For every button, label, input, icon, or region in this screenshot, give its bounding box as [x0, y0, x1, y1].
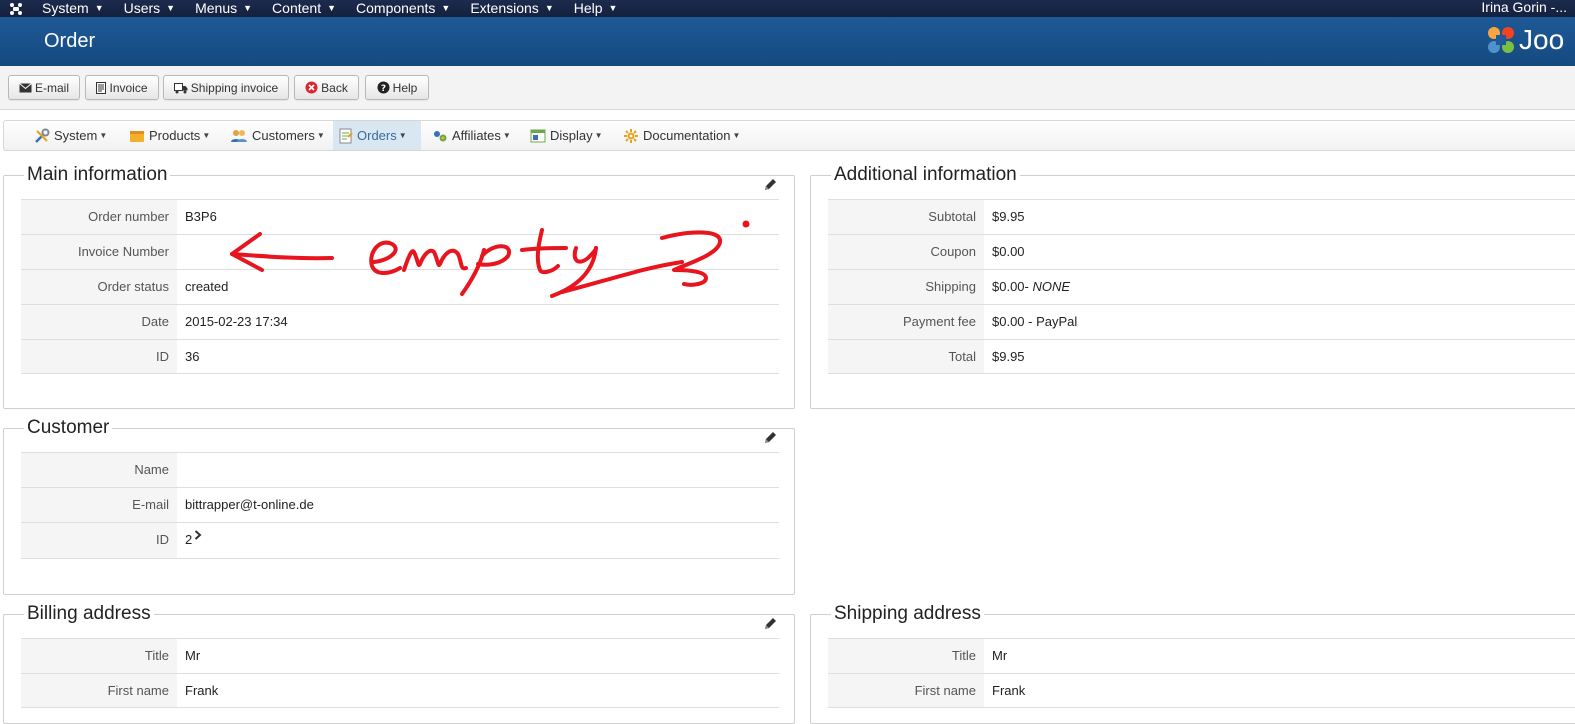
customer-name-value	[177, 453, 185, 487]
coupon-value: $0.00	[992, 244, 1025, 259]
display-icon	[530, 128, 546, 144]
shipping-address-title: Shipping address	[831, 603, 984, 625]
menu-system[interactable]: System ▼	[28, 121, 113, 150]
back-icon	[305, 81, 318, 94]
shipping-method: NONE	[1032, 279, 1071, 294]
back-button[interactable]: Back	[294, 75, 359, 100]
table-row: Title Mr	[828, 638, 1575, 673]
affiliates-icon	[432, 128, 448, 144]
topnav-menus[interactable]: Menus ▼	[185, 0, 262, 17]
topnav-system[interactable]: System ▼	[32, 0, 114, 17]
shipping-address-panel: Shipping address Title Mr First name Frank	[810, 603, 1575, 724]
billing-address-table: Title Mr First name Frank	[21, 638, 779, 708]
menu-affiliates[interactable]: Affiliates ▼	[426, 121, 517, 150]
table-row: First name Frank	[21, 673, 779, 708]
customer-table: Name E-mail bittrapper@t-online.de ID 2	[21, 452, 779, 559]
caret-down-icon: ▼	[166, 3, 176, 13]
menu-products[interactable]: Products ▼	[123, 121, 216, 150]
products-icon	[129, 128, 145, 144]
billing-title-value: Mr	[185, 648, 201, 663]
subtotal-value: $9.95	[992, 209, 1025, 224]
toolbar: E-mail Invoice Shipping invoice Back ? H…	[0, 66, 1575, 110]
joomla-logo[interactable]: Joo	[1485, 24, 1564, 56]
table-row: Subtotal $9.95	[828, 199, 1575, 234]
email-button[interactable]: E-mail	[8, 75, 80, 100]
caret-down-icon: ▼	[327, 3, 337, 13]
caret-down-icon: ▼	[441, 3, 451, 13]
additional-information-title: Additional information	[831, 164, 1020, 186]
tools-icon	[34, 128, 50, 144]
chevron-right-icon[interactable]	[194, 528, 202, 543]
customer-panel: Customer Name E-mail bittrapper@t-online.…	[3, 417, 795, 595]
shipping-invoice-button[interactable]: Shipping invoice	[163, 75, 289, 100]
order-id-value: 36	[185, 349, 200, 364]
shipping-first-name-value: Frank	[992, 683, 1026, 698]
invoice-button[interactable]: Invoice	[85, 75, 159, 100]
additional-information-panel: Additional information Subtotal $9.95 Cou…	[810, 164, 1575, 409]
table-row: Coupon $0.00	[828, 234, 1575, 269]
order-number-value: B3P6	[185, 209, 217, 224]
order-status-value: created	[185, 279, 229, 294]
table-row: ID 36	[21, 339, 779, 374]
menu-orders[interactable]: Orders ▼	[333, 121, 421, 150]
orders-icon	[339, 128, 353, 144]
pencil-icon[interactable]	[763, 616, 778, 634]
caret-down-icon: ▼	[608, 3, 618, 13]
additional-information-table: Subtotal $9.95 Coupon $0.00 Shipping $0.00-…	[828, 199, 1575, 374]
handwritten-annotation	[230, 220, 750, 298]
billing-first-name-value: Frank	[185, 683, 219, 698]
table-row: Total $9.95	[828, 339, 1575, 374]
table-row: Date 2015-02-23 17:34	[21, 304, 779, 339]
pencil-icon[interactable]	[763, 430, 778, 448]
page-title: Order	[44, 30, 96, 52]
document-icon	[96, 81, 107, 94]
table-row: Shipping $0.00- NONE	[828, 269, 1575, 304]
table-row: Name	[21, 452, 779, 487]
main-information-title: Main information	[24, 164, 171, 186]
shipping-title-value: Mr	[992, 648, 1008, 663]
truck-icon	[173, 82, 188, 94]
caret-down-icon: ▼	[544, 3, 554, 13]
date-value: 2015-02-23 17:34	[185, 314, 288, 329]
table-row: First name Frank	[828, 673, 1575, 708]
component-menu: System ▼ Products ▼ Customers ▼ Orders ▼ Aff…	[3, 120, 1575, 151]
menu-customers[interactable]: Customers ▼	[224, 121, 331, 150]
joomla-icon[interactable]	[0, 0, 32, 17]
pencil-icon[interactable]	[763, 177, 778, 195]
joomla-icon	[1488, 27, 1514, 53]
menu-display[interactable]: Display ▼	[524, 121, 609, 150]
admin-top-nav: System ▼ Users ▼ Menus ▼ Content ▼ Component…	[0, 0, 1575, 17]
caret-down-icon: ▼	[94, 3, 104, 13]
table-row: Payment fee $0.00 - PayPal	[828, 304, 1575, 339]
topnav-users[interactable]: Users ▼	[114, 0, 185, 17]
topnav-help[interactable]: Help ▼	[564, 0, 628, 17]
help-button[interactable]: ? Help	[365, 75, 429, 100]
shipping-value: $0.00- NONE	[992, 279, 1071, 294]
topnav-components[interactable]: Components ▼	[346, 0, 460, 17]
customer-title: Customer	[24, 417, 113, 439]
page-header: Order Joo	[0, 17, 1575, 66]
envelope-icon	[19, 82, 32, 93]
topnav-extensions[interactable]: Extensions ▼	[460, 0, 563, 17]
shipping-address-table: Title Mr First name Frank	[828, 638, 1575, 708]
total-value: $9.95	[992, 349, 1025, 364]
customers-icon	[230, 128, 248, 144]
documentation-icon	[623, 128, 639, 144]
customer-id-value[interactable]: 2	[177, 523, 202, 558]
caret-down-icon: ▼	[243, 3, 253, 13]
table-row: Title Mr	[21, 638, 779, 673]
brand-text: Joo	[1519, 24, 1565, 55]
table-row: E-mail bittrapper@t-online.de	[21, 487, 779, 522]
billing-address-title: Billing address	[24, 603, 154, 625]
table-row: ID 2	[21, 522, 779, 559]
svg-text:?: ?	[381, 84, 386, 94]
menu-documentation[interactable]: Documentation ▼	[617, 121, 746, 150]
topnav-content[interactable]: Content ▼	[262, 0, 346, 17]
customer-email-value: bittrapper@t-online.de	[185, 497, 314, 512]
invoice-number-value	[177, 235, 185, 269]
payment-fee-value: $0.00 - PayPal	[992, 314, 1078, 329]
billing-address-panel: Billing address Title Mr First name Frank	[3, 603, 795, 724]
user-menu[interactable]: Irina Gorin -...	[1481, 0, 1567, 14]
help-icon: ?	[377, 81, 390, 94]
